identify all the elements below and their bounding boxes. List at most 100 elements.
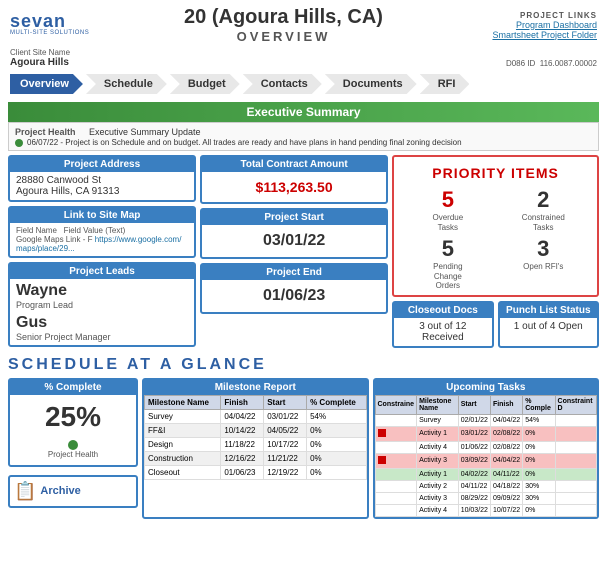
client-row: Client Site Name Agoura Hills D086 ID 11…: [0, 46, 607, 70]
punch-list-box: Punch List Status 1 out of 4 Open: [498, 301, 599, 348]
milestone-table: Milestone Name Finish Start % Complete S…: [144, 395, 367, 480]
upcoming-col-pct: % Comple: [523, 395, 555, 414]
logo-sevan: sevan: [10, 12, 66, 30]
archive-icon: 📋: [14, 481, 36, 502]
project-end-date: 01/06/23: [208, 283, 380, 309]
green-dot-icon: [15, 139, 23, 147]
upcoming-col-start: Start: [458, 395, 490, 414]
address-line1: 28880 Canwood St: [16, 175, 188, 186]
priority-constrained-num: 2: [498, 187, 589, 213]
tab-overview[interactable]: Overview: [10, 74, 83, 94]
project-address-body: 28880 Canwood St Agoura Hills, CA 91313: [10, 172, 194, 200]
project-end-header: Project End: [202, 265, 386, 280]
tab-budget[interactable]: Budget: [170, 74, 240, 94]
header-title: 20 (Agoura Hills, CA) OVERVIEW: [100, 6, 467, 44]
milestone-header: Milestone Report: [144, 380, 367, 395]
pct-header: % Complete: [10, 380, 136, 395]
logo-area: sevan MULTI-SITE SOLUTIONS: [10, 12, 100, 37]
pct-health: Project Health: [14, 439, 132, 459]
program-dashboard-link[interactable]: Program Dashboard: [467, 20, 597, 30]
pct-complete-col: % Complete 25% Project Health 📋 Archive: [8, 378, 138, 519]
total-contract-body: $113,263.50: [202, 172, 386, 202]
address-line2: Agoura Hills, CA 91313: [16, 186, 188, 197]
total-contract-header: Total Contract Amount: [202, 157, 386, 172]
page-title: 20 (Agoura Hills, CA): [100, 6, 467, 29]
milestone-col-name: Milestone Name: [145, 395, 221, 409]
tab-documents[interactable]: Documents: [325, 74, 417, 94]
project-end-body: 01/06/23: [202, 280, 386, 312]
priority-constrained-label: ConstrainedTasks: [498, 213, 589, 232]
health-dot-icon: [68, 440, 78, 450]
closeout-docs-header: Closeout Docs: [394, 303, 491, 318]
d086-label: D086 ID: [506, 59, 535, 68]
tab-rfi[interactable]: RFI: [420, 74, 470, 94]
nav-tabs: Overview Schedule Budget Contacts Docume…: [0, 70, 607, 98]
table-row: Design11/18/2210/17/220%: [145, 437, 367, 451]
project-start-box: Project Start 03/01/22: [200, 208, 388, 259]
project-start-header: Project Start: [202, 210, 386, 225]
lead2-role: Senior Project Manager: [16, 332, 188, 342]
header: sevan MULTI-SITE SOLUTIONS 20 (Agoura Hi…: [0, 0, 607, 46]
pct-number: 25%: [14, 401, 132, 433]
lead1-name: Wayne: [16, 282, 188, 300]
id-info: D086 ID 116.0087.00002: [506, 59, 597, 68]
project-leads-body: Wayne Program Lead Gus Senior Project Ma…: [10, 279, 194, 345]
priority-rfis-num: 3: [498, 236, 589, 262]
closeout-docs-box: Closeout Docs 3 out of 12 Received: [392, 301, 493, 348]
total-contract-amount: $113,263.50: [208, 175, 380, 199]
site-map-body: Field Name Field Value (Text) Google Map…: [10, 223, 194, 256]
page-subtitle: OVERVIEW: [100, 29, 467, 44]
header-right: PROJECT LINKS Program Dashboard Smartshe…: [467, 11, 597, 40]
field-name-value: Field Value (Text): [64, 226, 126, 235]
project-address-header: Project Address: [10, 157, 194, 172]
priority-overdue: 5 OverdueTasks: [402, 187, 493, 232]
punch-list-header: Punch List Status: [500, 303, 597, 318]
project-start-body: 03/01/22: [202, 225, 386, 257]
table-row: Activity 410/03/2210/07/220%: [375, 504, 597, 516]
logo-sub: MULTI-SITE SOLUTIONS: [10, 30, 89, 37]
project-leads-header: Project Leads: [10, 264, 194, 279]
closeout-docs-value: 3 out of 12 Received: [394, 318, 491, 346]
client-name: Agoura Hills: [10, 57, 70, 68]
upcoming-col-name: Milestone Name: [417, 395, 459, 414]
archive-label: Archive: [40, 485, 80, 497]
client-info: Client Site Name Agoura Hills: [10, 48, 70, 68]
table-row: FF&I10/14/2204/05/220%: [145, 423, 367, 437]
smartsheet-link[interactable]: Smartsheet Project Folder: [467, 30, 597, 40]
tab-schedule[interactable]: Schedule: [86, 74, 167, 94]
project-end-box: Project End 01/06/23: [200, 263, 388, 314]
table-row: Activity 103/01/2202/08/220%: [375, 426, 597, 441]
table-row: Construction12/16/2211/21/220%: [145, 451, 367, 465]
milestone-col-start: Start: [264, 395, 307, 409]
priority-items-box: PRIORITY ITEMS 5 OverdueTasks 2 Constrai…: [392, 155, 599, 297]
milestone-col-pct: % Complete: [307, 395, 366, 409]
tab-contacts[interactable]: Contacts: [243, 74, 322, 94]
exec-note-text: 06/07/22 - Project is on Schedule and on…: [27, 138, 462, 147]
table-row: Survey04/04/2203/01/2254%: [145, 409, 367, 423]
upcoming-header: Upcoming Tasks: [375, 380, 598, 395]
exec-summary-body: Project Health Executive Summary Update …: [8, 122, 599, 151]
table-row: Closeout01/06/2312/19/220%: [145, 465, 367, 479]
priority-rfis: 3 Open RFI's: [498, 236, 589, 291]
project-health-label: Project Health: [15, 127, 85, 137]
site-map-box: Link to Site Map Field Name Field Value …: [8, 206, 196, 258]
field-name-row: Field Name Field Value (Text): [16, 226, 188, 235]
priority-overdue-num: 5: [402, 187, 493, 213]
archive-box[interactable]: 📋 Archive: [8, 475, 138, 508]
priority-pending-label: PendingChangeOrders: [402, 262, 493, 291]
constraint-red-icon: [378, 429, 386, 437]
exec-summary-header: Executive Summary: [8, 102, 599, 122]
upcoming-col-constraint: Constraine: [375, 395, 417, 414]
priority-overdue-label: OverdueTasks: [402, 213, 493, 232]
field-name-label: Field Name: [16, 226, 57, 235]
project-health-value: Executive Summary Update: [89, 127, 201, 137]
project-address-box: Project Address 28880 Canwood St Agoura …: [8, 155, 196, 202]
table-row: Activity 401/06/2202/08/220%: [375, 441, 597, 453]
priority-rfis-label: Open RFI's: [498, 262, 589, 272]
maps-label: Google Maps Link - F: [16, 235, 92, 244]
table-row: Activity 204/11/2204/18/2230%: [375, 480, 597, 492]
closeout-punch-row: Closeout Docs 3 out of 12 Received Punch…: [392, 301, 599, 348]
punch-list-value: 1 out of 4 Open: [500, 318, 597, 335]
schedule-grid: % Complete 25% Project Health 📋 Archive …: [8, 378, 599, 519]
table-row: Activity 104/02/2204/11/220%: [375, 468, 597, 480]
